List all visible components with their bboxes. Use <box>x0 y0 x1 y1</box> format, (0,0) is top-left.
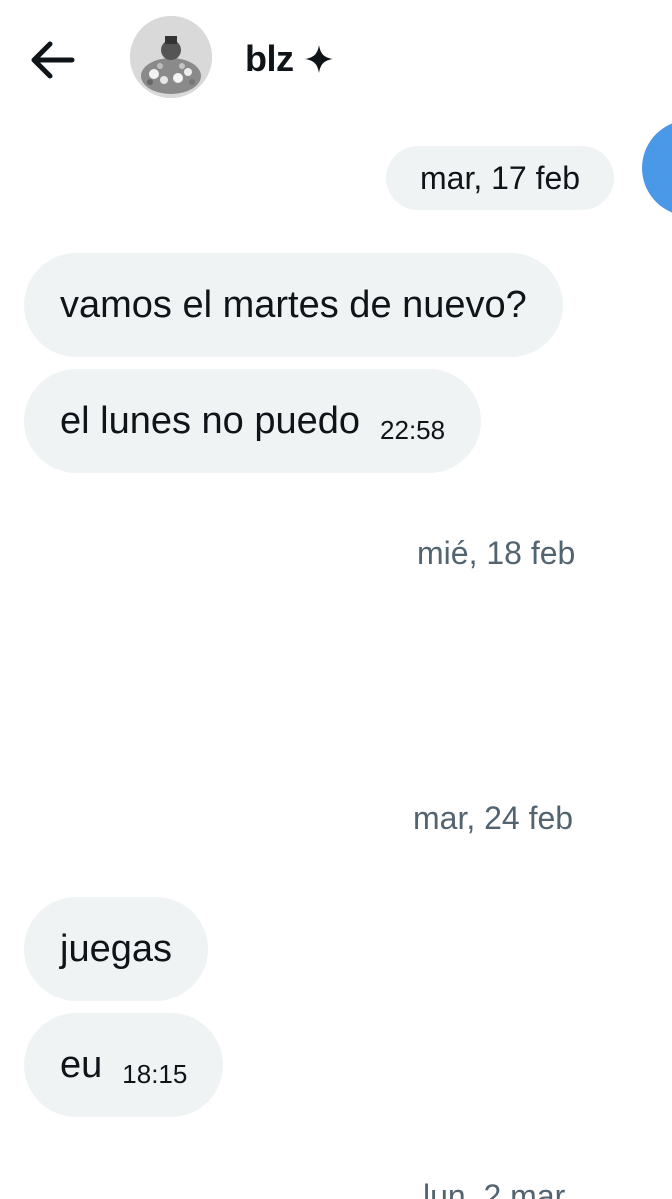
message-text: juegas <box>60 927 172 970</box>
date-label: mar, 24 feb <box>413 800 574 836</box>
message-text: eu <box>60 1043 103 1086</box>
contact-name-header[interactable]: blz <box>245 38 334 80</box>
conversation-header: blz <box>0 0 672 118</box>
floating-action-button[interactable] <box>642 120 672 216</box>
message-bubble[interactable]: eu 18:15 <box>24 1013 224 1117</box>
sparkle-icon <box>304 45 333 73</box>
message-bubble[interactable]: el lunes no puedo 22:58 <box>24 369 482 473</box>
message-bubble[interactable]: vamos el martes de nuevo? <box>24 253 563 357</box>
date-separator: mar, 24 feb <box>413 800 573 837</box>
message-text: el lunes no puedo <box>60 399 361 442</box>
date-label: lun, 2 mar <box>423 1178 566 1199</box>
date-separator: lun, 2 mar <box>423 1178 565 1199</box>
message-bubble[interactable]: juegas <box>24 897 208 1001</box>
contact-name: blz <box>245 38 294 79</box>
back-button[interactable] <box>22 30 82 90</box>
date-label: mar, 17 feb <box>420 160 581 196</box>
date-separator: mar, 17 feb <box>386 146 615 210</box>
date-label: mié, 18 feb <box>417 535 576 571</box>
dm-conversation-screen: blz mar, 17 feb vamos el martes de nuevo… <box>0 0 672 1199</box>
profile-avatar[interactable] <box>130 16 212 98</box>
message-timestamp: 18:15 <box>122 1058 188 1089</box>
message-text: vamos el martes de nuevo? <box>60 283 527 326</box>
avatar-image <box>130 16 212 98</box>
arrow-left-icon <box>31 41 75 79</box>
date-separator: mié, 18 feb <box>417 535 575 572</box>
message-timestamp: 22:58 <box>380 414 446 445</box>
